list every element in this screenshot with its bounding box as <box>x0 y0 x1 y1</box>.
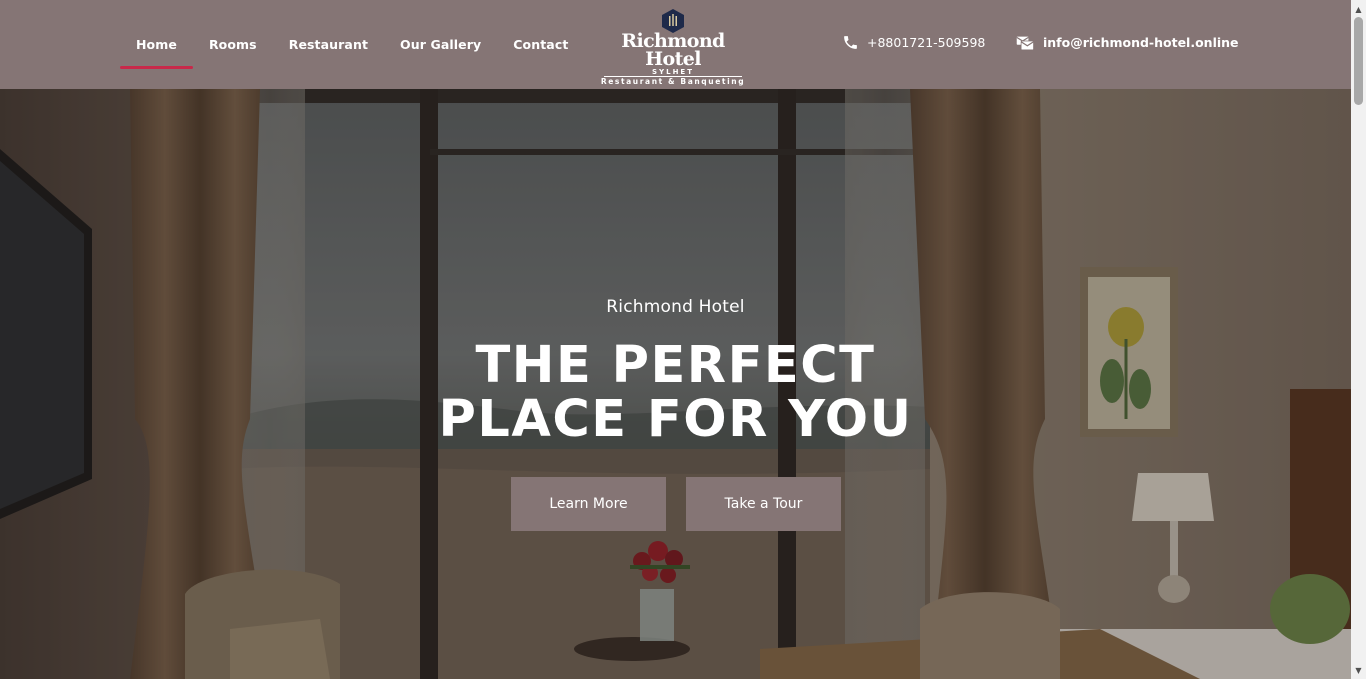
logo-city: SYLHET <box>604 68 742 77</box>
mail-icon <box>1016 36 1034 51</box>
email-address: info@richmond-hotel.online <box>1043 35 1239 50</box>
nav-rooms[interactable]: Rooms <box>193 0 273 89</box>
header-phone[interactable]: +8801721-509598 <box>842 34 985 51</box>
logo-tagline: Restaurant & Banqueting <box>600 77 746 86</box>
hero-section: Richmond Hotel THE PERFECT PLACE FOR YOU… <box>0 89 1351 679</box>
logo-name: Richmond Hotel <box>621 30 725 70</box>
scroll-up-arrow-icon[interactable]: ▲ <box>1351 2 1366 16</box>
nav-restaurant[interactable]: Restaurant <box>273 0 384 89</box>
header-email[interactable]: info@richmond-hotel.online <box>1016 34 1239 51</box>
nav-contact[interactable]: Contact <box>497 0 584 89</box>
learn-more-button[interactable]: Learn More <box>511 477 666 531</box>
hero-title-line1: THE PERFECT <box>475 336 876 395</box>
nav-home[interactable]: Home <box>120 0 193 89</box>
site-header: Home Rooms Restaurant Our Gallery Contac… <box>0 0 1351 89</box>
hero-buttons: Learn More Take a Tour <box>511 477 841 531</box>
phone-icon <box>844 36 857 49</box>
main-nav: Home Rooms Restaurant Our Gallery Contac… <box>120 0 584 89</box>
page-scrollbar[interactable]: ▲ ▼ <box>1351 0 1366 679</box>
hero-title-line2: PLACE FOR YOU <box>438 390 913 449</box>
nav-our-gallery[interactable]: Our Gallery <box>384 0 497 89</box>
site-logo[interactable]: Richmond Hotel SYLHET Restaurant & Banqu… <box>598 8 748 86</box>
take-a-tour-button[interactable]: Take a Tour <box>686 477 841 531</box>
hero-title: THE PERFECT PLACE FOR YOU <box>0 339 1351 447</box>
hero-kicker: Richmond Hotel <box>606 297 745 317</box>
scroll-thumb[interactable] <box>1354 17 1363 105</box>
scroll-down-arrow-icon[interactable]: ▼ <box>1351 663 1366 677</box>
phone-number: +8801721-509598 <box>867 35 986 50</box>
